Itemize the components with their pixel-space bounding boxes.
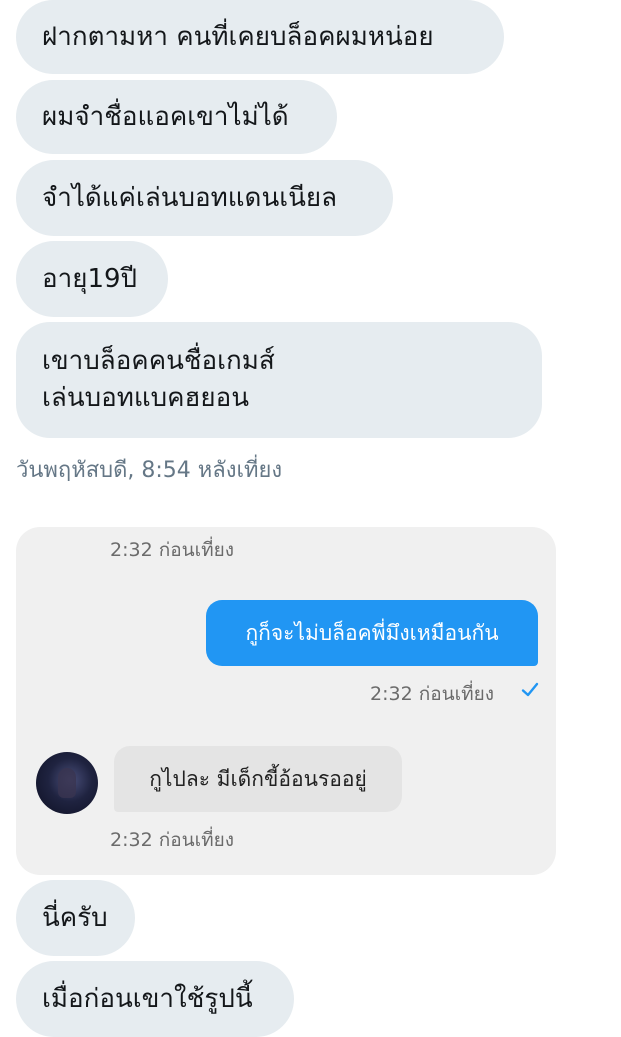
group-timestamp: วันพฤหัสบดี, 8:54 หลังเที่ยง [16, 458, 283, 483]
incoming-message-bubble: กูไปละ มีเด็กขี้อ้อนรออยู่ [114, 746, 402, 812]
message-text: เมื่อก่อนเขาใช้รูปนี้ [42, 983, 253, 1014]
message-text: ฝากตามหา คนที่เคยบล็อคผมหน่อย [42, 21, 434, 52]
check-icon [521, 682, 539, 697]
message-bubble: ผมจำชื่อแอคเขาไม่ได้ [16, 80, 337, 154]
chat-screenshot-image: 2:32 ก่อนเที่ยง กูก็จะไม่บล็อคพี่มึงเหมื… [16, 527, 556, 875]
message-bubble: ฝากตามหา คนที่เคยบล็อคผมหน่อย [16, 0, 504, 74]
message-text-line: เขาบล็อคคนชื่อเกมส์ [42, 346, 275, 376]
outgoing-message-bubble: กูก็จะไม่บล็อคพี่มึงเหมือนกัน [206, 600, 538, 666]
message-text-line: เล่นบอทแบคฮยอน [42, 383, 249, 413]
message-text: จำได้แค่เล่นบอทแดนเนียล [42, 182, 338, 213]
message-text: อายุ19ปี [42, 263, 138, 294]
message-bubble: เมื่อก่อนเขาใช้รูปนี้ [16, 961, 294, 1037]
message-bubble: อายุ19ปี [16, 241, 168, 317]
message-bubble: นี่ครับ [16, 880, 135, 956]
message-text: ผมจำชื่อแอคเขาไม่ได้ [42, 101, 289, 132]
incoming-message-time: 2:32 ก่อนเที่ยง [110, 829, 235, 851]
screenshot-timestamp-top: 2:32 ก่อนเที่ยง [110, 539, 235, 561]
message-bubble: จำได้แค่เล่นบอทแดนเนียล [16, 160, 393, 236]
avatar [36, 752, 98, 814]
outgoing-message-time: 2:32 ก่อนเที่ยง [370, 683, 495, 705]
message-bubble: เขาบล็อคคนชื่อเกมส์ เล่นบอทแบคฮยอน [16, 322, 542, 438]
message-text: นี่ครับ [42, 902, 108, 933]
